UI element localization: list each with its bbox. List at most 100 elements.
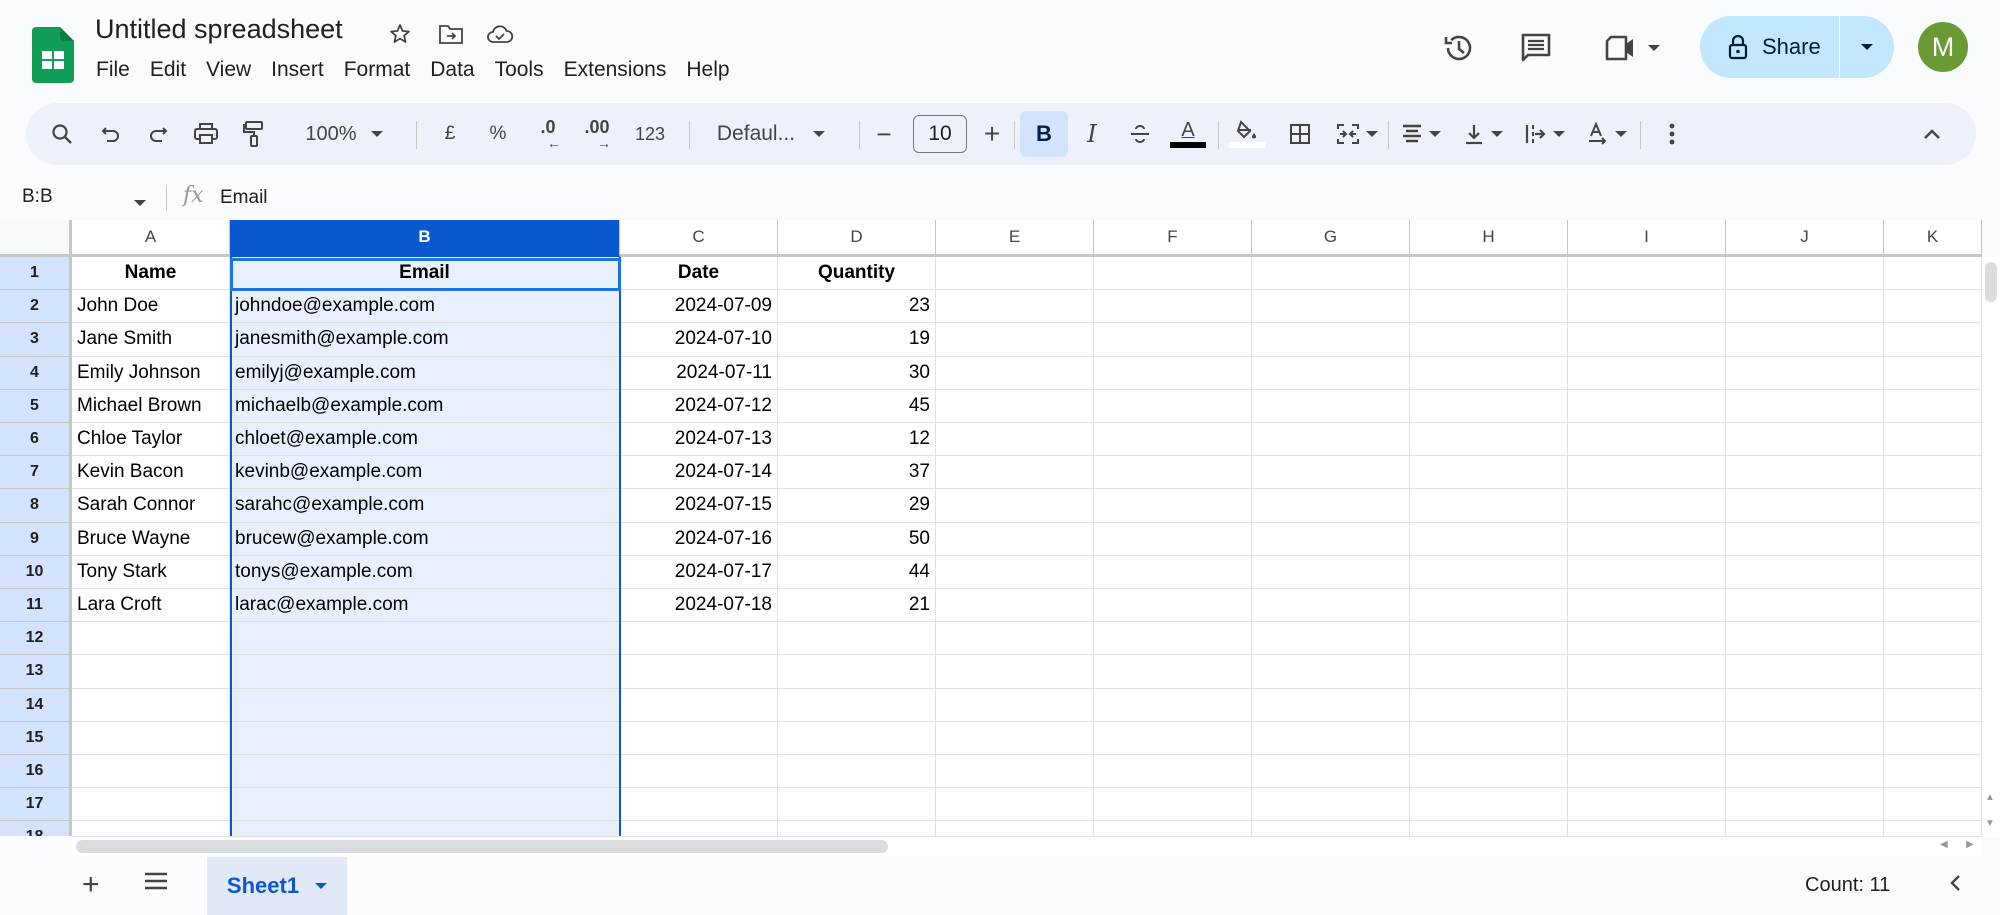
cell[interactable]: larac@example.com (230, 589, 620, 623)
version-history-icon[interactable] (1437, 26, 1481, 70)
name-box-dropdown[interactable] (134, 193, 146, 211)
search-icon[interactable] (42, 103, 82, 165)
cell[interactable]: 23 (778, 290, 936, 324)
cell[interactable] (620, 622, 778, 656)
number-format-button[interactable]: 123 (626, 103, 674, 165)
cell[interactable] (1410, 323, 1568, 357)
cell[interactable]: 2024-07-18 (620, 589, 778, 623)
cell[interactable] (1568, 522, 1726, 556)
column-header-f[interactable]: F (1094, 220, 1252, 257)
cell[interactable] (72, 821, 230, 836)
menu-help[interactable]: Help (676, 58, 739, 82)
menu-format[interactable]: Format (334, 58, 421, 82)
cell[interactable] (1410, 821, 1568, 836)
cell[interactable] (1410, 522, 1568, 556)
share-button[interactable]: Share (1700, 16, 1840, 78)
cell[interactable] (936, 356, 1094, 390)
cell[interactable] (1094, 688, 1252, 722)
row-header[interactable]: 17 (0, 788, 72, 822)
document-title[interactable]: Untitled spreadsheet (95, 14, 343, 45)
menu-data[interactable]: Data (420, 58, 484, 82)
menu-extensions[interactable]: Extensions (554, 58, 677, 82)
cell[interactable] (1094, 423, 1252, 457)
cell[interactable] (1726, 323, 1884, 357)
percent-format-button[interactable]: % (478, 103, 518, 165)
cell[interactable]: 2024-07-16 (620, 522, 778, 556)
cell[interactable] (778, 655, 936, 689)
cell[interactable] (1884, 755, 1982, 789)
column-header-c[interactable]: C (620, 220, 778, 257)
undo-icon[interactable] (91, 103, 131, 165)
row-header[interactable]: 10 (0, 555, 72, 589)
vertical-scrollbar-thumb[interactable] (1985, 262, 1997, 302)
cell[interactable] (1884, 456, 1982, 490)
cell[interactable] (1726, 356, 1884, 390)
cell[interactable] (230, 788, 620, 822)
cell[interactable]: 2024-07-13 (620, 423, 778, 457)
cell[interactable]: 37 (778, 456, 936, 490)
row-header[interactable]: 11 (0, 589, 72, 623)
header-cell[interactable]: Name (72, 257, 230, 291)
row-header[interactable]: 7 (0, 456, 72, 490)
cell[interactable] (1568, 755, 1726, 789)
cell[interactable] (1252, 788, 1410, 822)
cell[interactable]: tonys@example.com (230, 555, 620, 589)
cell[interactable] (1884, 522, 1982, 556)
borders-button[interactable] (1280, 103, 1320, 165)
vertical-align-button[interactable] (1454, 103, 1512, 165)
cell[interactable] (1410, 389, 1568, 423)
cell[interactable] (1726, 555, 1884, 589)
cell[interactable] (936, 721, 1094, 755)
cell[interactable] (1726, 755, 1884, 789)
menu-file[interactable]: File (96, 58, 140, 82)
cell[interactable] (1094, 389, 1252, 423)
cell[interactable] (1884, 555, 1982, 589)
increase-font-size-button[interactable]: + (972, 103, 1012, 165)
cell[interactable] (1568, 290, 1726, 324)
cell[interactable] (1568, 788, 1726, 822)
font-family-select[interactable]: Defaul... (696, 103, 846, 165)
cell[interactable] (1726, 622, 1884, 656)
column-header-i[interactable]: I (1568, 220, 1726, 257)
cell[interactable] (1568, 456, 1726, 490)
cell[interactable] (620, 688, 778, 722)
cell[interactable] (936, 456, 1094, 490)
row-header[interactable]: 4 (0, 356, 72, 390)
cell[interactable] (1884, 721, 1982, 755)
cell[interactable] (778, 622, 936, 656)
cell[interactable] (936, 389, 1094, 423)
cell[interactable]: 44 (778, 555, 936, 589)
cell[interactable] (1568, 688, 1726, 722)
cell[interactable] (1568, 721, 1726, 755)
cell[interactable] (1884, 589, 1982, 623)
cell[interactable] (1094, 489, 1252, 523)
cell[interactable] (1094, 622, 1252, 656)
cell[interactable] (936, 423, 1094, 457)
cell[interactable]: 50 (778, 522, 936, 556)
cell[interactable]: chloet@example.com (230, 423, 620, 457)
cell[interactable] (230, 688, 620, 722)
cell[interactable]: Sarah Connor (72, 489, 230, 523)
row-header[interactable]: 2 (0, 290, 72, 324)
cell[interactable] (936, 589, 1094, 623)
cell[interactable] (1094, 721, 1252, 755)
cell[interactable] (936, 755, 1094, 789)
cell[interactable] (1884, 323, 1982, 357)
menu-view[interactable]: View (196, 58, 261, 82)
cell[interactable] (1884, 655, 1982, 689)
cell[interactable] (1568, 555, 1726, 589)
cell[interactable] (1094, 555, 1252, 589)
avatar[interactable]: M (1918, 22, 1968, 72)
horizontal-scrollbar-thumb[interactable] (76, 840, 888, 853)
cell[interactable]: 2024-07-17 (620, 555, 778, 589)
cell[interactable] (1094, 290, 1252, 324)
cell[interactable] (1252, 622, 1410, 656)
cell[interactable] (936, 688, 1094, 722)
row-header[interactable]: 9 (0, 522, 72, 556)
cell[interactable] (1252, 489, 1410, 523)
cell[interactable] (1884, 489, 1982, 523)
column-header-k[interactable]: K (1884, 220, 1982, 257)
cell[interactable]: 2024-07-14 (620, 456, 778, 490)
cell[interactable] (1252, 522, 1410, 556)
cell[interactable] (1726, 688, 1884, 722)
